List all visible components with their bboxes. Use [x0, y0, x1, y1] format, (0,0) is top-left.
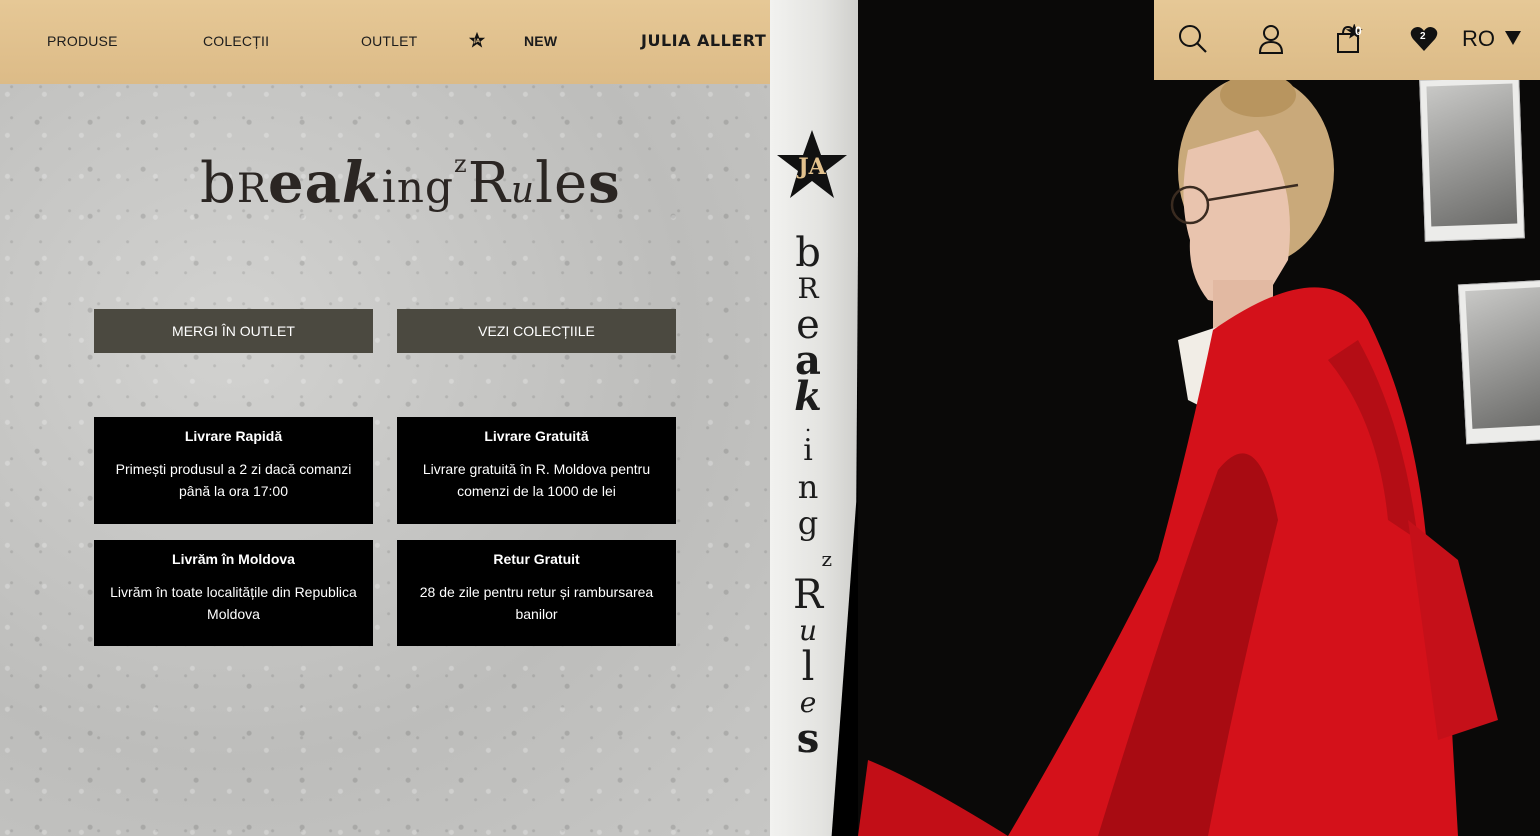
feature-card-moldova: Livrăm în Moldova Livrăm în toate locali… — [94, 540, 373, 646]
slogan-letter: s — [588, 150, 621, 216]
vertical-letter: . — [804, 412, 812, 436]
svg-text:JA: JA — [473, 39, 481, 45]
vertical-letter: i — [803, 433, 813, 468]
vertical-letter: b — [795, 230, 821, 276]
hero-photo — [858, 0, 1540, 836]
breaking-rules-slogan: bReakingzRules — [200, 150, 621, 216]
slogan-letter: u — [510, 170, 536, 211]
cart-count-badge: 0 — [1355, 24, 1362, 38]
feature-title: Livrare Rapidă — [184, 428, 283, 444]
slogan-letter: n — [396, 163, 425, 212]
feature-card-free-delivery: Livrare Gratuită Livrare gratuită în R. … — [397, 417, 676, 524]
vertical-letter: n — [797, 468, 819, 506]
user-icon[interactable] — [1256, 24, 1286, 54]
slogan-letter: l — [535, 151, 554, 216]
feature-title: Retur Gratuit — [493, 551, 580, 567]
vertical-letter: R — [792, 572, 824, 618]
vertical-letter: s — [796, 715, 820, 762]
feature-text: 28 de zile pentru retur și rambursarea b… — [419, 584, 654, 622]
ja-star-logo: JA — [777, 130, 847, 198]
search-icon[interactable] — [1178, 24, 1208, 54]
brand-logo[interactable]: JULIA ALLERT — [641, 31, 766, 50]
nav-new[interactable]: NEW — [524, 33, 557, 49]
nav-colectii[interactable]: COLECȚII — [203, 33, 269, 49]
feature-card-free-return: Retur Gratuit 28 de zile pentru retur și… — [397, 540, 676, 646]
slogan-letter: i — [381, 162, 397, 213]
slogan-letter: R — [236, 166, 268, 212]
slogan-letter: g — [424, 162, 455, 213]
feature-text: Livrare gratuită în R. Moldova pentru co… — [422, 461, 651, 499]
nav-produse[interactable]: PRODUSE — [47, 33, 118, 49]
slogan-letter: R — [467, 151, 511, 216]
feature-card-fast-delivery: Livrare Rapidă Primești produsul a 2 zi … — [94, 417, 373, 524]
vertical-slogan: b R e a k . i n g z R u l e s — [784, 230, 832, 762]
chevron-down-icon[interactable] — [1505, 31, 1521, 45]
outlet-button[interactable]: MERGI ÎN OUTLET — [94, 309, 373, 353]
feature-title: Livrăm în Moldova — [172, 551, 295, 567]
slogan-letter: e — [553, 151, 589, 216]
feature-text: Primești produsul a 2 zi dacă comanzi pâ… — [115, 461, 352, 499]
vertical-letter: k — [794, 373, 822, 420]
feature-title: Livrare Gratuită — [484, 428, 589, 444]
slogan-letter: b — [200, 151, 237, 216]
nav-outlet[interactable]: OUTLET — [361, 33, 417, 49]
star-ja-icon[interactable]: JA — [468, 31, 486, 49]
left-panel: PRODUSE COLECȚII OUTLET JA NEW JULIA ALL… — [0, 0, 770, 836]
wishlist-count-badge: 2 — [1420, 31, 1426, 42]
feature-text: Livrăm în toate localitățile din Republi… — [110, 584, 357, 622]
vertical-letter: g — [797, 504, 819, 542]
ja-logo-text: JA — [796, 154, 826, 180]
slogan-letter: k — [341, 150, 382, 216]
language-selector[interactable]: RO — [1462, 26, 1495, 52]
slogan-letter: a — [304, 150, 342, 216]
slogan-letter: z — [454, 150, 468, 178]
top-navigation: PRODUSE COLECȚII OUTLET JA NEW JULIA ALL… — [0, 0, 770, 84]
model-illustration — [858, 73, 1498, 836]
vertical-letter: l — [801, 644, 815, 690]
slogan-letter: e — [267, 150, 305, 216]
collections-button[interactable]: VEZI COLECȚIILE — [397, 309, 676, 353]
